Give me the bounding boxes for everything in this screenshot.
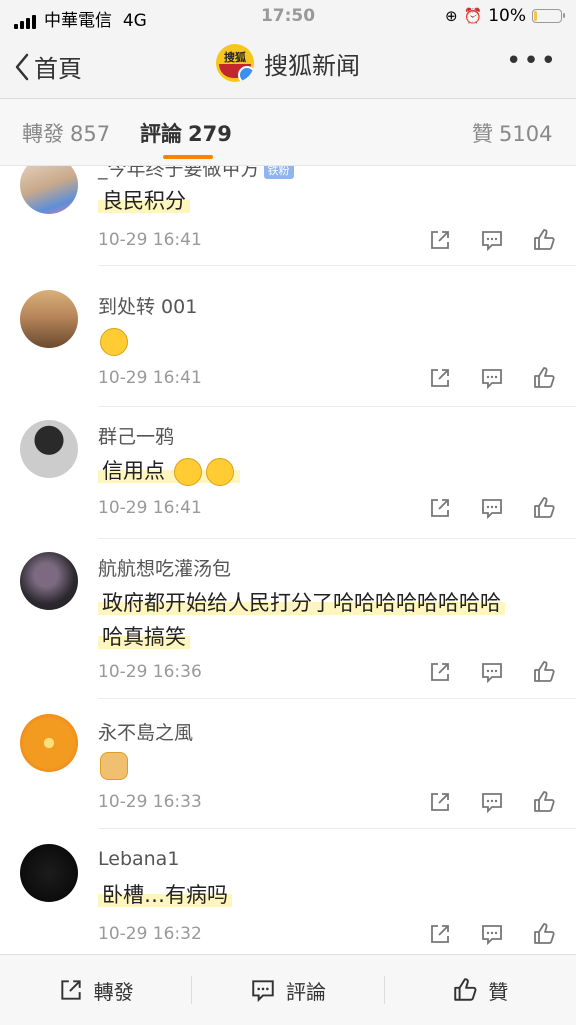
comment-text: 政府都开始给人民打分了哈哈哈哈哈哈哈哈 哈真搞笑 <box>98 586 558 654</box>
comment-icon[interactable] <box>480 660 504 684</box>
share-icon[interactable] <box>428 366 452 390</box>
like-icon[interactable] <box>532 922 556 946</box>
active-tab-indicator <box>163 155 213 159</box>
comment-icon[interactable] <box>480 228 504 252</box>
share-icon[interactable] <box>428 790 452 814</box>
avatar[interactable] <box>20 714 78 772</box>
comment-text <box>98 324 558 358</box>
comment-text: 良民积分 <box>98 184 558 218</box>
tab-bar: 轉發 857 評論 279 贊 5104 <box>0 99 576 166</box>
tab-likes[interactable]: 贊 5104 <box>472 118 552 148</box>
battery-icon <box>532 9 565 23</box>
fan-badge: 铁粉 <box>263 166 294 179</box>
tab-comments[interactable]: 評論 279 <box>140 118 232 148</box>
avatar[interactable] <box>20 552 78 610</box>
sohu-logo[interactable]: 搜狐 <box>216 44 254 82</box>
username[interactable]: _今年终于要做甲方 铁粉 <box>98 166 294 181</box>
comment-text <box>98 748 558 782</box>
navigation-bar: 首頁 搜狐 搜狐新闻 ••• <box>0 34 576 99</box>
username[interactable]: 到处转 001 <box>98 292 197 319</box>
like-icon[interactable] <box>532 660 556 684</box>
tab-repost[interactable]: 轉發 857 <box>22 118 110 148</box>
bottom-toolbar: 轉發 評論 贊 <box>0 954 576 1025</box>
username[interactable]: Lebana1 <box>98 848 179 870</box>
comment-time: 10-29 16:33 <box>98 792 202 812</box>
grin-emoji <box>173 458 202 486</box>
page-title: 搜狐新闻 <box>264 51 360 80</box>
battery-percent: 10% <box>488 6 526 26</box>
avatar[interactable] <box>20 166 78 214</box>
comment-icon[interactable] <box>480 496 504 520</box>
repost-button[interactable]: 轉發 <box>0 976 191 1005</box>
username[interactable]: 永不島之風 <box>98 718 193 745</box>
username[interactable]: 航航想吃灌汤包 <box>98 554 231 581</box>
share-icon[interactable] <box>428 660 452 684</box>
sweat-smile-emoji <box>100 328 128 356</box>
comment-icon[interactable] <box>480 366 504 390</box>
comment-time: 10-29 16:36 <box>98 662 202 682</box>
comment-text: 卧槽…有病吗 <box>98 878 558 912</box>
share-icon[interactable] <box>428 922 452 946</box>
comment-time: 10-29 16:41 <box>98 498 202 518</box>
username[interactable]: 群己一鸦 <box>98 422 174 449</box>
doge-emoji <box>100 752 128 780</box>
comment-text: 信用点 <box>98 454 558 488</box>
comment-list[interactable]: _今年终于要做甲方 铁粉 良民积分 10-29 16:41 到处转 001 10-… <box>0 166 576 954</box>
orientation-lock-icon: ⊕ <box>444 7 458 25</box>
comment-time: 10-29 16:41 <box>98 230 202 250</box>
avatar[interactable] <box>20 420 78 478</box>
comment-icon <box>252 980 274 1003</box>
alarm-icon: ⏰ <box>463 7 483 25</box>
like-button[interactable]: 贊 <box>385 976 576 1005</box>
like-icon[interactable] <box>532 366 556 390</box>
comment-icon[interactable] <box>480 790 504 814</box>
like-icon <box>454 978 477 1001</box>
comment-button[interactable]: 評論 <box>192 976 383 1005</box>
share-icon[interactable] <box>428 496 452 520</box>
status-bar: 中華電信 4G 17:50 ⊕ ⏰ 10% <box>0 0 576 34</box>
grin-emoji <box>205 458 234 486</box>
share-icon[interactable] <box>428 228 452 252</box>
comment-icon[interactable] <box>480 922 504 946</box>
verified-icon <box>238 66 254 82</box>
avatar[interactable] <box>20 290 78 348</box>
like-icon[interactable] <box>532 228 556 252</box>
share-icon <box>61 980 81 1000</box>
avatar[interactable] <box>20 844 78 902</box>
like-icon[interactable] <box>532 790 556 814</box>
comment-time: 10-29 16:32 <box>98 924 202 944</box>
comment-time: 10-29 16:41 <box>98 368 202 388</box>
like-icon[interactable] <box>532 496 556 520</box>
more-icon[interactable]: ••• <box>506 46 558 76</box>
